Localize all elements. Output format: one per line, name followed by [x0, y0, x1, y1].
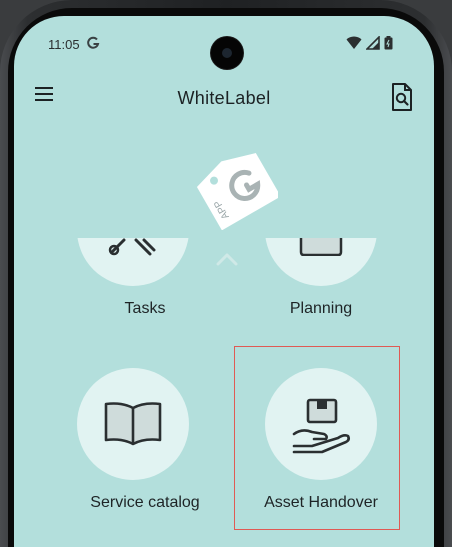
tools-icon: [108, 238, 156, 256]
front-camera: [211, 37, 243, 69]
planning-label: Planning: [289, 300, 353, 317]
planning-tile[interactable]: Planning: [226, 238, 416, 348]
tasks-tile[interactable]: Tasks: [50, 238, 240, 348]
calendar-icon: [299, 238, 343, 256]
app-title: WhiteLabel: [177, 88, 271, 108]
g-app-icon: [87, 36, 100, 49]
app-logo-tag: APP: [196, 153, 278, 230]
status-time: 11:05: [48, 37, 80, 52]
selection-highlight: [234, 346, 400, 530]
tasks-label: Tasks: [124, 300, 166, 317]
service-catalog-label: Service catalog: [90, 494, 200, 511]
signal-icon: [366, 36, 380, 50]
service-catalog-tile[interactable]: Service catalog: [50, 364, 240, 524]
battery-icon: [384, 36, 393, 50]
app-screen: 11:05 WhiteLabel APP Tasks Planning Serv…: [14, 16, 434, 547]
book-icon: [104, 402, 162, 446]
app-bar: WhiteLabel: [14, 76, 434, 120]
status-icons: [346, 36, 406, 52]
wifi-icon: [346, 36, 362, 49]
document-search-icon[interactable]: [390, 82, 414, 112]
status-bar: 11:05: [14, 16, 434, 69]
